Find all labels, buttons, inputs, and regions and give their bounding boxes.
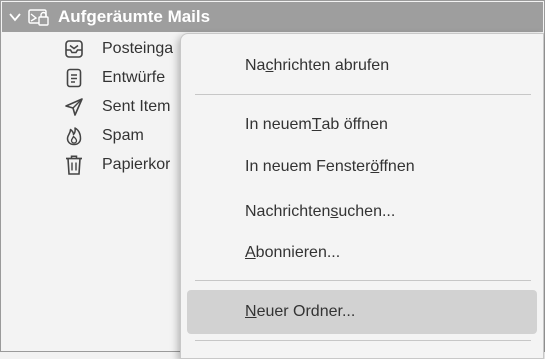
menu-accesskey: N <box>245 303 257 320</box>
mail-account-icon <box>28 9 49 26</box>
menu-accesskey: ö <box>370 158 380 175</box>
context-menu: Na c hrichten abrufen In neuem Tab öffnen … <box>180 33 544 359</box>
menu-label-part: ab öffnen <box>321 116 388 133</box>
menu-item-new-folder[interactable]: Neuer Ordner... <box>187 290 537 334</box>
folder-label: Entwürfe <box>102 69 166 86</box>
folder-label: Posteinga <box>102 40 174 57</box>
menu-label-part: In neuem Fenster <box>245 158 371 175</box>
menu-accesskey: s <box>330 203 339 220</box>
menu-label-part: ffnen <box>379 158 415 175</box>
menu-item-open-in-window[interactable]: In neuem Fenster ö ffnen <box>187 145 537 189</box>
menu-accesskey: A <box>245 244 256 261</box>
menu-label-part: bonnieren... <box>255 244 341 261</box>
folder-drafts[interactable]: Entwürfe <box>63 64 193 92</box>
folder-label: Sent Item <box>102 98 171 115</box>
account-row[interactable]: Aufgeräumte Mails <box>2 2 543 32</box>
sent-icon <box>63 96 85 118</box>
inbox-icon <box>63 38 85 60</box>
folder-pane: Aufgeräumte Mails Posteinga Entwürfe Sen… <box>0 0 545 359</box>
menu-item-search-messages[interactable]: Nachrichten s uchen... <box>187 190 537 234</box>
menu-label-part: In neuem <box>245 116 312 133</box>
menu-separator <box>195 94 531 95</box>
menu-label-part: Nachrichten <box>245 203 331 220</box>
trash-icon <box>63 154 85 176</box>
drafts-icon <box>63 67 85 89</box>
folder-label: Spam <box>102 127 144 144</box>
folder-label: Papierkor <box>102 156 171 173</box>
menu-label-part: uchen... <box>338 203 396 220</box>
menu-label-part: hrichten abrufen <box>273 57 390 74</box>
menu-accesskey: T <box>311 116 322 133</box>
account-name: Aufgeräumte Mails <box>58 7 211 26</box>
menu-separator <box>195 280 531 281</box>
chevron-down-icon[interactable] <box>8 10 22 24</box>
menu-item-get-messages[interactable]: Na c hrichten abrufen <box>187 44 537 88</box>
folder-trash[interactable]: Papierkor <box>63 151 193 179</box>
menu-accesskey: c <box>265 57 274 74</box>
menu-item-subscribe[interactable]: Abonnieren... <box>187 231 537 275</box>
menu-item-open-in-tab[interactable]: In neuem Tab öffnen <box>187 103 537 147</box>
folder-spam[interactable]: Spam <box>63 122 193 150</box>
folder-inbox[interactable]: Posteinga <box>63 35 193 63</box>
spam-flame-icon <box>63 125 85 147</box>
folder-sent[interactable]: Sent Item <box>63 93 193 121</box>
menu-label-part: euer Ordner... <box>256 303 356 320</box>
menu-separator <box>195 340 531 341</box>
menu-label-part: Na <box>245 57 266 74</box>
